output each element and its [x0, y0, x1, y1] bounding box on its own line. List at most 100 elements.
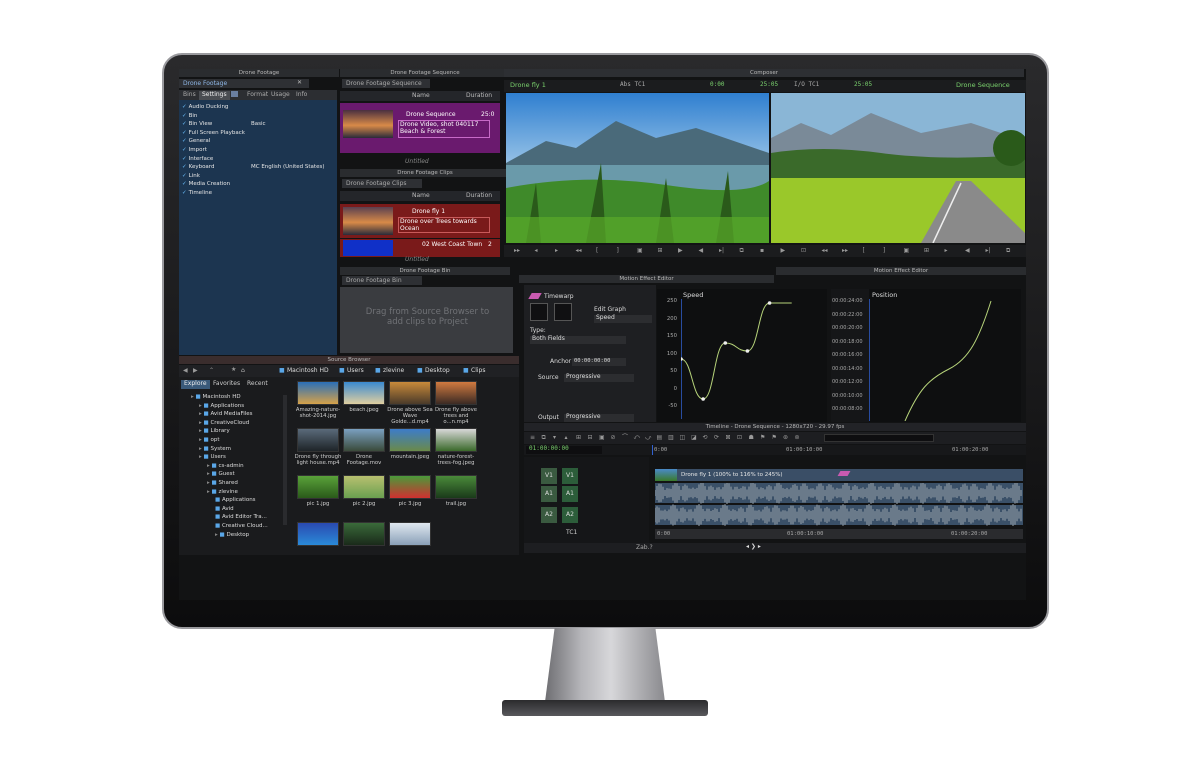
- close-icon[interactable]: ✕: [297, 79, 302, 87]
- tree-item[interactable]: ▸ ■ Applications: [199, 403, 244, 409]
- settings-row[interactable]: ✓ Audio Ducking: [182, 104, 228, 110]
- transport-control-icon[interactable]: ⧉: [740, 247, 744, 255]
- file-thumbnail[interactable]: [297, 475, 339, 499]
- settings-row[interactable]: ✓ Bin View: [182, 121, 212, 127]
- star-icon[interactable]: ★: [231, 366, 236, 374]
- settings-row[interactable]: ✓ Bin: [182, 113, 197, 119]
- timeline-tool-icon[interactable]: ⤻: [645, 434, 651, 442]
- path-segment-2[interactable]: Users: [347, 367, 364, 375]
- track-a2[interactable]: A2: [562, 507, 578, 523]
- disclosure-triangle-icon[interactable]: ▸: [207, 480, 210, 486]
- timeline-tool-icon[interactable]: ⌒: [622, 434, 628, 442]
- tab-drone-footage[interactable]: Drone Footage: [179, 79, 309, 88]
- timeline-tool-icon[interactable]: ⊡: [737, 434, 742, 442]
- clip-row-1[interactable]: Drone fly 1 Drone over Trees towards Oce…: [340, 204, 500, 238]
- track-source-a1[interactable]: A1: [541, 486, 557, 502]
- tree-item[interactable]: ▸ ■ Shared: [207, 480, 238, 486]
- back-icon[interactable]: ◀: [183, 367, 188, 375]
- motion-preset-thumb-2[interactable]: [554, 303, 572, 321]
- source-monitor[interactable]: [506, 93, 769, 243]
- column-name[interactable]: Name: [412, 92, 430, 100]
- transport-control-icon[interactable]: ⊞: [924, 247, 929, 255]
- transport-control-icon[interactable]: ◂: [535, 247, 538, 255]
- disclosure-triangle-icon[interactable]: ▸: [199, 454, 202, 460]
- video-clip[interactable]: Drone fly 1 (100% to 116% to 245%): [655, 469, 1023, 481]
- transport-control-icon[interactable]: ]: [883, 247, 885, 255]
- timeline-tool-icon[interactable]: ⊞: [576, 434, 581, 442]
- timewarp-effect-icon[interactable]: [837, 471, 851, 476]
- tree-item[interactable]: ▸ ■ Macintosh HD: [191, 394, 241, 400]
- timeline-tool-icon[interactable]: ⚑: [760, 434, 765, 442]
- tree-item[interactable]: ▸ ■ Users: [199, 454, 226, 460]
- tree-item[interactable]: ▸ ■ Guest: [207, 471, 235, 477]
- tree-item[interactable]: ▸ ■ zlevine: [207, 489, 238, 495]
- clip-row-2[interactable]: 02 West Coast Town 2: [340, 239, 500, 257]
- disclosure-triangle-icon[interactable]: ▸: [199, 428, 202, 434]
- up-icon[interactable]: ⌃: [209, 367, 214, 375]
- tree-item[interactable]: ■ Avid Editor Tra...: [215, 514, 267, 520]
- transport-control-icon[interactable]: ▣: [904, 247, 910, 255]
- forward-icon[interactable]: ▶: [193, 367, 198, 375]
- timeline-search-field[interactable]: [824, 434, 934, 442]
- file-thumbnail[interactable]: [435, 428, 477, 452]
- position-graph-panel[interactable]: Position: [869, 289, 1021, 422]
- transport-control-icon[interactable]: ▶: [781, 247, 786, 255]
- speed-curve-plot[interactable]: [681, 299, 805, 419]
- timeline-tool-icon[interactable]: ▥: [668, 434, 674, 442]
- transport-control-icon[interactable]: ▸: [945, 247, 948, 255]
- file-thumbnail[interactable]: [389, 522, 431, 546]
- file-thumbnail[interactable]: [435, 381, 477, 405]
- column-duration[interactable]: Duration: [466, 92, 492, 100]
- settings-row[interactable]: ✓ Timeline: [182, 190, 212, 196]
- file-thumbnail[interactable]: [343, 428, 385, 452]
- transport-control-icon[interactable]: ▸▸: [514, 247, 520, 255]
- path-segment-3[interactable]: zlevine: [383, 367, 404, 375]
- audio-waveforms[interactable]: [655, 483, 1023, 527]
- transport-control-icon[interactable]: ◀: [699, 247, 704, 255]
- path-segment-1[interactable]: Macintosh HD: [287, 367, 329, 375]
- tab-drone-footage-bin[interactable]: Drone Footage Bin: [342, 276, 422, 285]
- settings-row[interactable]: ✓ Keyboard: [182, 164, 214, 170]
- timeline-tool-icon[interactable]: ◫: [680, 434, 686, 442]
- home-icon[interactable]: ⌂: [241, 367, 245, 375]
- subtab-info[interactable]: Info: [296, 91, 307, 99]
- disclosure-triangle-icon[interactable]: ▸: [199, 403, 202, 409]
- tree-item[interactable]: ▸ ■ Avid MediaFiles: [199, 411, 253, 417]
- timeline-tool-icon[interactable]: ▴: [565, 434, 568, 442]
- timeline-tool-icon[interactable]: ⊠: [726, 434, 731, 442]
- transport-control-icon[interactable]: ▸: [555, 247, 558, 255]
- settings-row[interactable]: ✓ Interface: [182, 156, 213, 162]
- track-tc1[interactable]: TC1: [566, 529, 577, 537]
- tab-drone-footage-clips[interactable]: Drone Footage Clips: [342, 179, 422, 188]
- timeline-timecode[interactable]: 01:00:00:00: [526, 445, 602, 454]
- transport-control-icon[interactable]: ▪: [760, 247, 764, 255]
- track-source-v1[interactable]: V1: [541, 468, 557, 484]
- motion-preset-thumb-1[interactable]: [530, 303, 548, 321]
- output-select[interactable]: Progressive: [564, 413, 634, 422]
- column-duration[interactable]: Duration: [466, 192, 492, 200]
- source-clip-name[interactable]: Drone fly 1: [510, 81, 546, 89]
- tree-item[interactable]: ▸ ■ Desktop: [215, 532, 249, 538]
- timeline-tool-icon[interactable]: ≡: [530, 434, 535, 442]
- footage-bin-drop-area[interactable]: Drag from Source Browser to add clips to…: [340, 287, 513, 353]
- file-thumbnail[interactable]: [343, 475, 385, 499]
- tree-item[interactable]: ▸ ■ CreativeCloud: [199, 420, 249, 426]
- transport-control-icon[interactable]: ⊞: [658, 247, 663, 255]
- disclosure-triangle-icon[interactable]: ▸: [207, 471, 210, 477]
- file-thumbnail[interactable]: [389, 381, 431, 405]
- disclosure-triangle-icon[interactable]: ▸: [199, 446, 202, 452]
- sequence-row[interactable]: Drone Sequence 25:0 Drone Video, shot 04…: [340, 103, 500, 153]
- transport-control-icon[interactable]: ▸|: [719, 247, 724, 255]
- settings-row[interactable]: ✓ Link: [182, 173, 200, 179]
- transport-control-icon[interactable]: ▸▸: [842, 247, 848, 255]
- tree-scrollbar[interactable]: [283, 395, 287, 525]
- subtab-usage[interactable]: Usage: [271, 91, 290, 99]
- tree-item[interactable]: ▸ ■ opt: [199, 437, 219, 443]
- disclosure-triangle-icon[interactable]: ▸: [215, 532, 218, 538]
- timeline-tool-icon[interactable]: ⊘: [611, 434, 616, 442]
- file-thumbnail[interactable]: [343, 381, 385, 405]
- timeline-tool-icon[interactable]: ◪: [691, 434, 697, 442]
- transport-control-icon[interactable]: ▶: [678, 247, 683, 255]
- timeline-tool-icon[interactable]: ⟲: [703, 434, 708, 442]
- tree-item[interactable]: ▸ ■ Library: [199, 428, 230, 434]
